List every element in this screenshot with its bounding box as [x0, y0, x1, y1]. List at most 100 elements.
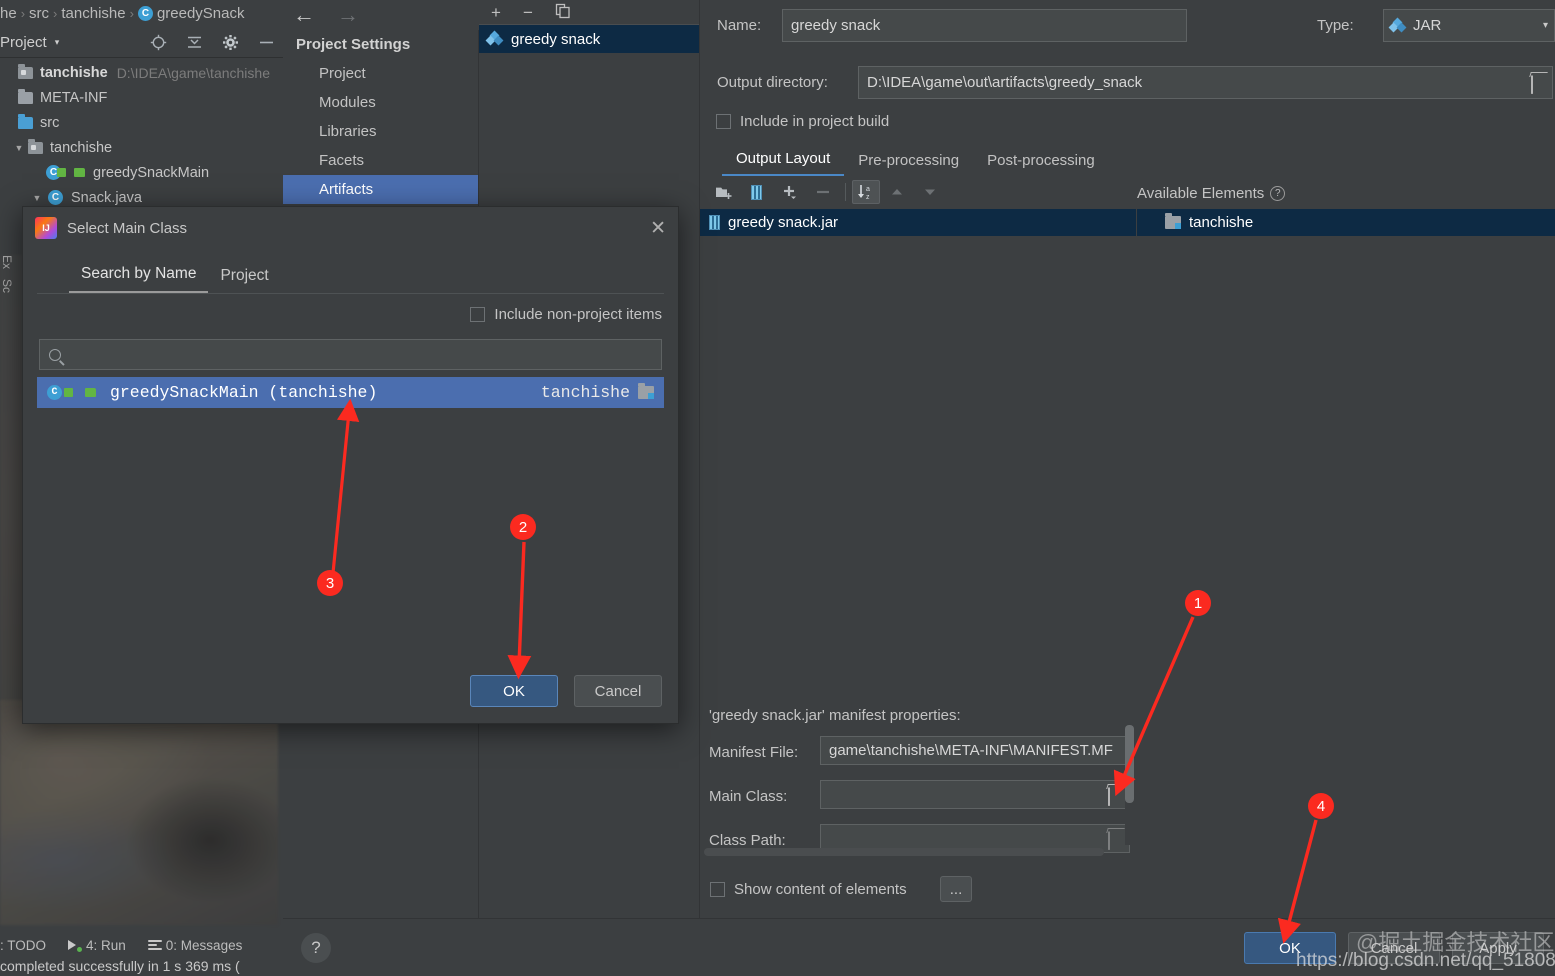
dialog-cancel-button[interactable]: Cancel	[574, 675, 662, 707]
package-icon	[26, 138, 44, 156]
name-label: Name:	[717, 17, 762, 34]
add-directory-icon[interactable]	[707, 179, 740, 205]
hide-icon[interactable]	[257, 34, 275, 52]
forward-arrow-icon[interactable]: →	[337, 4, 359, 26]
tab-pre-processing[interactable]: Pre-processing	[844, 147, 973, 176]
main-class-input[interactable]	[820, 780, 1130, 809]
tree-row-src[interactable]: src	[0, 110, 278, 135]
artifact-list-item-greedy-snack[interactable]: greedy snack	[479, 25, 699, 53]
tree-twisty[interactable]: ▼	[12, 143, 26, 153]
gear-icon[interactable]	[221, 34, 239, 52]
editor-wallpaper	[0, 700, 278, 925]
chevron-down-icon[interactable]: ▾	[55, 37, 60, 48]
tree-row-greedysnackmain[interactable]: C greedySnackMain	[0, 160, 278, 185]
move-down-icon[interactable]	[913, 179, 946, 205]
module-output-icon	[1165, 213, 1181, 229]
available-element-tanchishe[interactable]: tanchishe	[1137, 209, 1555, 236]
help-icon[interactable]: ?	[1270, 186, 1286, 201]
status-messages[interactable]: 0: Messages	[147, 938, 242, 953]
dialog-ok-button[interactable]: OK	[470, 675, 558, 707]
include-non-project-items-checkbox[interactable]: Include non-project items	[23, 294, 678, 323]
back-arrow-icon[interactable]: ←	[293, 4, 315, 26]
remove-icon[interactable]: −	[523, 4, 533, 21]
tab-post-processing[interactable]: Post-processing	[973, 147, 1109, 176]
output-directory-value: D:\IDEA\game\out\artifacts\greedy_snack	[867, 74, 1143, 91]
folder-icon	[16, 88, 34, 106]
manifest-properties-title: 'greedy snack.jar' manifest properties:	[709, 707, 961, 724]
include-in-project-build-checkbox[interactable]: Include in project build	[716, 113, 889, 130]
sidebar-item-facets[interactable]: Facets	[283, 146, 478, 175]
breadcrumb[interactable]: he › src › tanchishe › C greedySnack	[0, 0, 283, 27]
tab-project[interactable]: Project	[208, 263, 280, 293]
remove-icon[interactable]	[806, 179, 839, 205]
output-layout-item-greedy-snack-jar[interactable]: greedy snack.jar	[700, 209, 1136, 236]
annotation-marker-3: 3	[317, 570, 343, 596]
move-up-icon[interactable]	[880, 179, 913, 205]
show-content-of-elements-checkbox[interactable]: Show content of elements	[710, 881, 907, 898]
search-result-item[interactable]: C greedySnackMain (tanchishe) tanchishe	[37, 377, 664, 408]
tree-label: Snack.java	[71, 189, 142, 206]
tab-output-layout[interactable]: Output Layout	[722, 145, 845, 176]
status-todo[interactable]: : TODO	[0, 938, 46, 953]
artifact-name-input[interactable]: greedy snack	[782, 9, 1187, 42]
collapse-all-icon[interactable]	[185, 34, 203, 52]
status-run-label: 4: Run	[86, 937, 126, 953]
tool-button-sc[interactable]: Sc	[0, 279, 14, 293]
search-input[interactable]	[39, 339, 662, 370]
tree-row-tanchishe-root[interactable]: tanchishe D:\IDEA\game\tanchishe	[0, 60, 278, 85]
tree-row-package-tanchishe[interactable]: ▼ tanchishe	[0, 135, 278, 160]
ellipsis-button[interactable]: ...	[940, 876, 972, 902]
artifact-list-item-label: greedy snack	[511, 30, 601, 48]
breadcrumb-segment-3[interactable]: greedySnack	[157, 5, 245, 22]
search-result-location-label: tanchishe	[540, 383, 630, 402]
messages-icon	[147, 940, 162, 950]
jar-icon	[709, 215, 720, 230]
checkbox-box[interactable]	[710, 882, 725, 897]
project-tree[interactable]: tanchishe D:\IDEA\game\tanchishe META-IN…	[0, 60, 278, 210]
artifact-detail-tabs: Output Layout Pre-processing Post-proces…	[722, 145, 1109, 176]
add-copy-icon[interactable]	[773, 179, 806, 205]
project-tool-window-title[interactable]: Project	[0, 34, 47, 51]
output-layout-item-label: greedy snack.jar	[728, 214, 839, 231]
locate-icon[interactable]	[149, 34, 167, 52]
close-icon[interactable]: ✕	[650, 217, 666, 240]
sidebar-group-title: Project Settings	[296, 36, 411, 53]
manifest-vertical-scrollbar[interactable]	[1125, 725, 1134, 845]
breadcrumb-segment-0[interactable]: he	[0, 5, 17, 22]
add-archive-icon[interactable]	[740, 179, 773, 205]
manifest-file-input[interactable]: game\tanchishe\META-INF\MANIFEST.MF	[820, 736, 1130, 765]
project-tool-window-header: Project ▾	[0, 28, 283, 58]
sort-az-icon[interactable]: az	[852, 180, 880, 204]
status-run[interactable]: 4: Run	[68, 938, 126, 953]
browse-folder-icon[interactable]	[1531, 74, 1548, 94]
artifact-type-select[interactable]: JAR ▾	[1383, 9, 1555, 42]
dialog-title: Select Main Class	[67, 219, 188, 237]
manifest-horizontal-scrollbar[interactable]	[704, 848, 1104, 856]
jar-type-icon	[1388, 17, 1407, 33]
artifact-list[interactable]: greedy snack	[479, 25, 699, 53]
project-structure-navbar: ← →	[283, 0, 479, 30]
tab-search-by-name[interactable]: Search by Name	[69, 261, 209, 293]
browse-class-path-icon[interactable]	[1108, 830, 1125, 850]
intellij-logo-icon	[35, 217, 57, 239]
tree-row-meta-inf[interactable]: META-INF	[0, 85, 278, 110]
output-directory-input[interactable]: D:\IDEA\game\out\artifacts\greedy_snack	[858, 66, 1553, 99]
checkbox-box[interactable]	[470, 307, 486, 322]
sidebar-item-modules[interactable]: Modules	[283, 88, 478, 117]
tree-twisty[interactable]: ▼	[30, 193, 44, 203]
copy-icon[interactable]	[555, 3, 571, 22]
add-icon[interactable]: +	[491, 4, 501, 21]
select-main-class-dialog: Select Main Class ✕ Search by Name Proje…	[22, 206, 679, 724]
breadcrumb-segment-1[interactable]: src	[29, 5, 49, 22]
sidebar-item-libraries[interactable]: Libraries	[283, 117, 478, 146]
checkbox-box[interactable]	[716, 114, 731, 129]
chevron-down-icon[interactable]: ▾	[1543, 20, 1548, 31]
help-icon[interactable]: ?	[301, 933, 331, 963]
breadcrumb-segment-2[interactable]: tanchishe	[61, 5, 125, 22]
tool-button-ex[interactable]: Ex	[0, 255, 14, 269]
green-marker-icon	[74, 168, 85, 177]
sidebar-item-artifacts[interactable]: Artifacts	[283, 175, 478, 204]
sidebar-item-project[interactable]: Project	[283, 59, 478, 88]
tree-label: tanchishe	[40, 64, 108, 81]
browse-main-class-icon[interactable]	[1108, 786, 1125, 806]
